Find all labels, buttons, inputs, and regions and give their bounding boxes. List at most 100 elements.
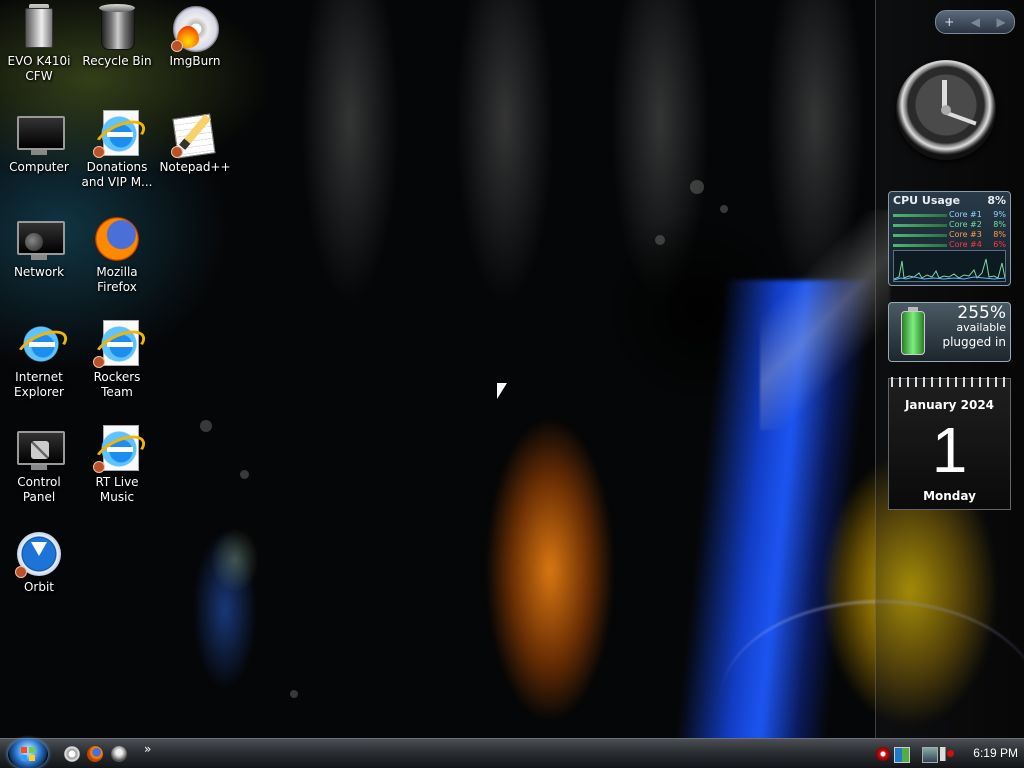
taskbar-clock[interactable]: 6:19 PM (962, 746, 1018, 760)
cpu-core-name: Core #4 (949, 240, 982, 249)
desktop-icon-imgburn[interactable]: ImgBurn (156, 4, 234, 69)
cpu-core-bar (893, 224, 947, 227)
previous-page-button[interactable]: ◀ (967, 12, 984, 32)
calendar-binding-rings (891, 377, 1008, 387)
orbit-downloader-icon (15, 530, 63, 578)
desktop-icon-rockers-team[interactable]: Rockers Team (78, 320, 156, 400)
desktop-icon-mozilla-firefox[interactable]: Mozilla Firefox (78, 215, 156, 295)
internet-shortcut-icon (90, 425, 150, 476)
computer-icon (15, 110, 65, 158)
notepad-icon (171, 110, 219, 159)
wallpaper-dot (655, 235, 665, 245)
imgburn-icon (171, 4, 219, 52)
desktop-icon-computer[interactable]: Computer (0, 110, 78, 175)
wallpaper-splash (170, 500, 280, 730)
wallpaper-dot (240, 470, 249, 479)
wallpaper-white-streak (760, 210, 890, 430)
desktop-icon-orbit[interactable]: Orbit (0, 530, 78, 595)
taskbar: » 6:19 PM (0, 738, 1024, 768)
desktop-icon-recycle-bin[interactable]: Recycle Bin (78, 4, 156, 69)
desktop-icon-label: Recycle Bin (82, 54, 152, 68)
desktop-icon-label: Control Panel (17, 475, 61, 504)
desktop-icon-control-panel[interactable]: Control Panel (0, 425, 78, 505)
clock-gadget[interactable] (888, 60, 1008, 162)
system-tray: 6:19 PM (870, 739, 1024, 768)
desktop-icon-label: Orbit (23, 580, 55, 594)
desktop-icon-label: RT Live Music (95, 475, 139, 504)
internet-shortcut-icon (90, 110, 150, 161)
desktop-icon-label: ImgBurn (169, 54, 221, 68)
calendar-gadget[interactable]: January 2024 1 Monday (888, 377, 1011, 510)
start-button[interactable] (8, 739, 48, 768)
quick-launch-firefox-icon[interactable] (87, 746, 103, 762)
cpu-core-name: Core #1 (949, 210, 982, 219)
desktop-icon-label: EVO K410i CFW (7, 54, 71, 83)
windows-update-icon[interactable] (894, 747, 910, 763)
network-status-icon[interactable] (922, 747, 938, 763)
wallpaper-dot (690, 180, 704, 194)
firefox-icon (93, 215, 141, 263)
desktop-icon-label: Rockers Team (93, 370, 141, 399)
volume-muted-icon[interactable] (940, 747, 954, 761)
battery-available-label: available (956, 321, 1006, 334)
cpu-core-name: Core #2 (949, 220, 982, 229)
cpu-core-value: 6% (993, 240, 1006, 249)
add-gadget-button[interactable]: + (940, 12, 958, 32)
cpu-core-value: 8% (993, 220, 1006, 229)
next-page-button[interactable]: ▶ (993, 12, 1010, 32)
wallpaper-ink (560, 170, 840, 460)
cpu-history-graph-svg (893, 258, 1006, 281)
desktop-icon-label: Computer (9, 160, 69, 174)
desktop: EVO K410i CFW Recycle Bin ImgBurn Comput… (0, 0, 1024, 768)
control-panel-icon (15, 425, 65, 473)
windows-logo-icon (21, 747, 35, 761)
desktop-icon-evo-k410i-cfw[interactable]: EVO K410i CFW (0, 4, 78, 84)
calendar-day: 1 (931, 414, 968, 486)
desktop-icon-label: Notepad++ (159, 160, 231, 174)
cpu-core-value: 8% (993, 230, 1006, 239)
quick-launch-more-button[interactable]: » (144, 742, 151, 756)
security-alert-icon[interactable] (876, 747, 890, 761)
wallpaper-orange-glow (430, 380, 630, 740)
recycle-bin-icon (93, 4, 141, 52)
wallpaper-dot (720, 205, 728, 213)
wallpaper-splash-green (200, 520, 270, 600)
desktop-icon-internet-explorer[interactable]: Internet Explorer (0, 320, 78, 400)
cpu-core-bar (893, 234, 947, 237)
cpu-core-bar (893, 244, 947, 247)
wallpaper-dot (290, 690, 298, 698)
clock-center (941, 105, 951, 115)
folder-icon (15, 4, 63, 52)
cpu-core-name: Core #3 (949, 230, 982, 239)
cpu-total: 8% (987, 194, 1006, 207)
cpu-title: CPU Usage (893, 194, 961, 207)
desktop-icon-label: Network (13, 265, 65, 279)
desktop-icon-label: Internet Explorer (14, 370, 64, 399)
desktop-icon-label: Donations and VIP M... (81, 160, 153, 189)
battery-status: plugged in (942, 335, 1006, 349)
battery-gadget[interactable]: 255% available plugged in (888, 302, 1011, 362)
cpu-core-row: Core #2 8% (893, 220, 1006, 230)
desktop-icon-label: Mozilla Firefox (96, 265, 138, 294)
cpu-usage-gadget[interactable]: CPU Usage 8% Core #1 9% Core #2 8% Core … (888, 191, 1011, 286)
internet-explorer-icon (12, 320, 72, 371)
cpu-history-graph (893, 250, 1006, 282)
internet-shortcut-icon (90, 320, 150, 371)
desktop-icon-donations-vip[interactable]: Donations and VIP M... (78, 110, 156, 190)
cpu-core-row: Core #1 9% (893, 210, 1006, 220)
desktop-icon-notepad-plus-plus[interactable]: Notepad++ (156, 110, 234, 175)
wallpaper-dot (200, 420, 212, 432)
sidebar-controls: + ◀ ▶ (935, 10, 1015, 34)
battery-percent: 255% (957, 303, 1006, 323)
desktop-icon-rt-live-music[interactable]: RT Live Music (78, 425, 156, 505)
network-icon (15, 215, 65, 263)
desktop-icon-network[interactable]: Network (0, 215, 78, 280)
cpu-header: CPU Usage 8% (893, 194, 1006, 208)
wallpaper-blue-streak (675, 280, 875, 750)
battery-icon (901, 307, 925, 355)
calendar-month-year: January 2024 (904, 398, 995, 412)
quick-launch-desktop-icon[interactable] (111, 746, 127, 762)
cpu-core-row: Core #3 8% (893, 230, 1006, 240)
quick-launch-media-icon[interactable] (64, 746, 80, 762)
cpu-core-row: Core #4 6% (893, 240, 1006, 250)
